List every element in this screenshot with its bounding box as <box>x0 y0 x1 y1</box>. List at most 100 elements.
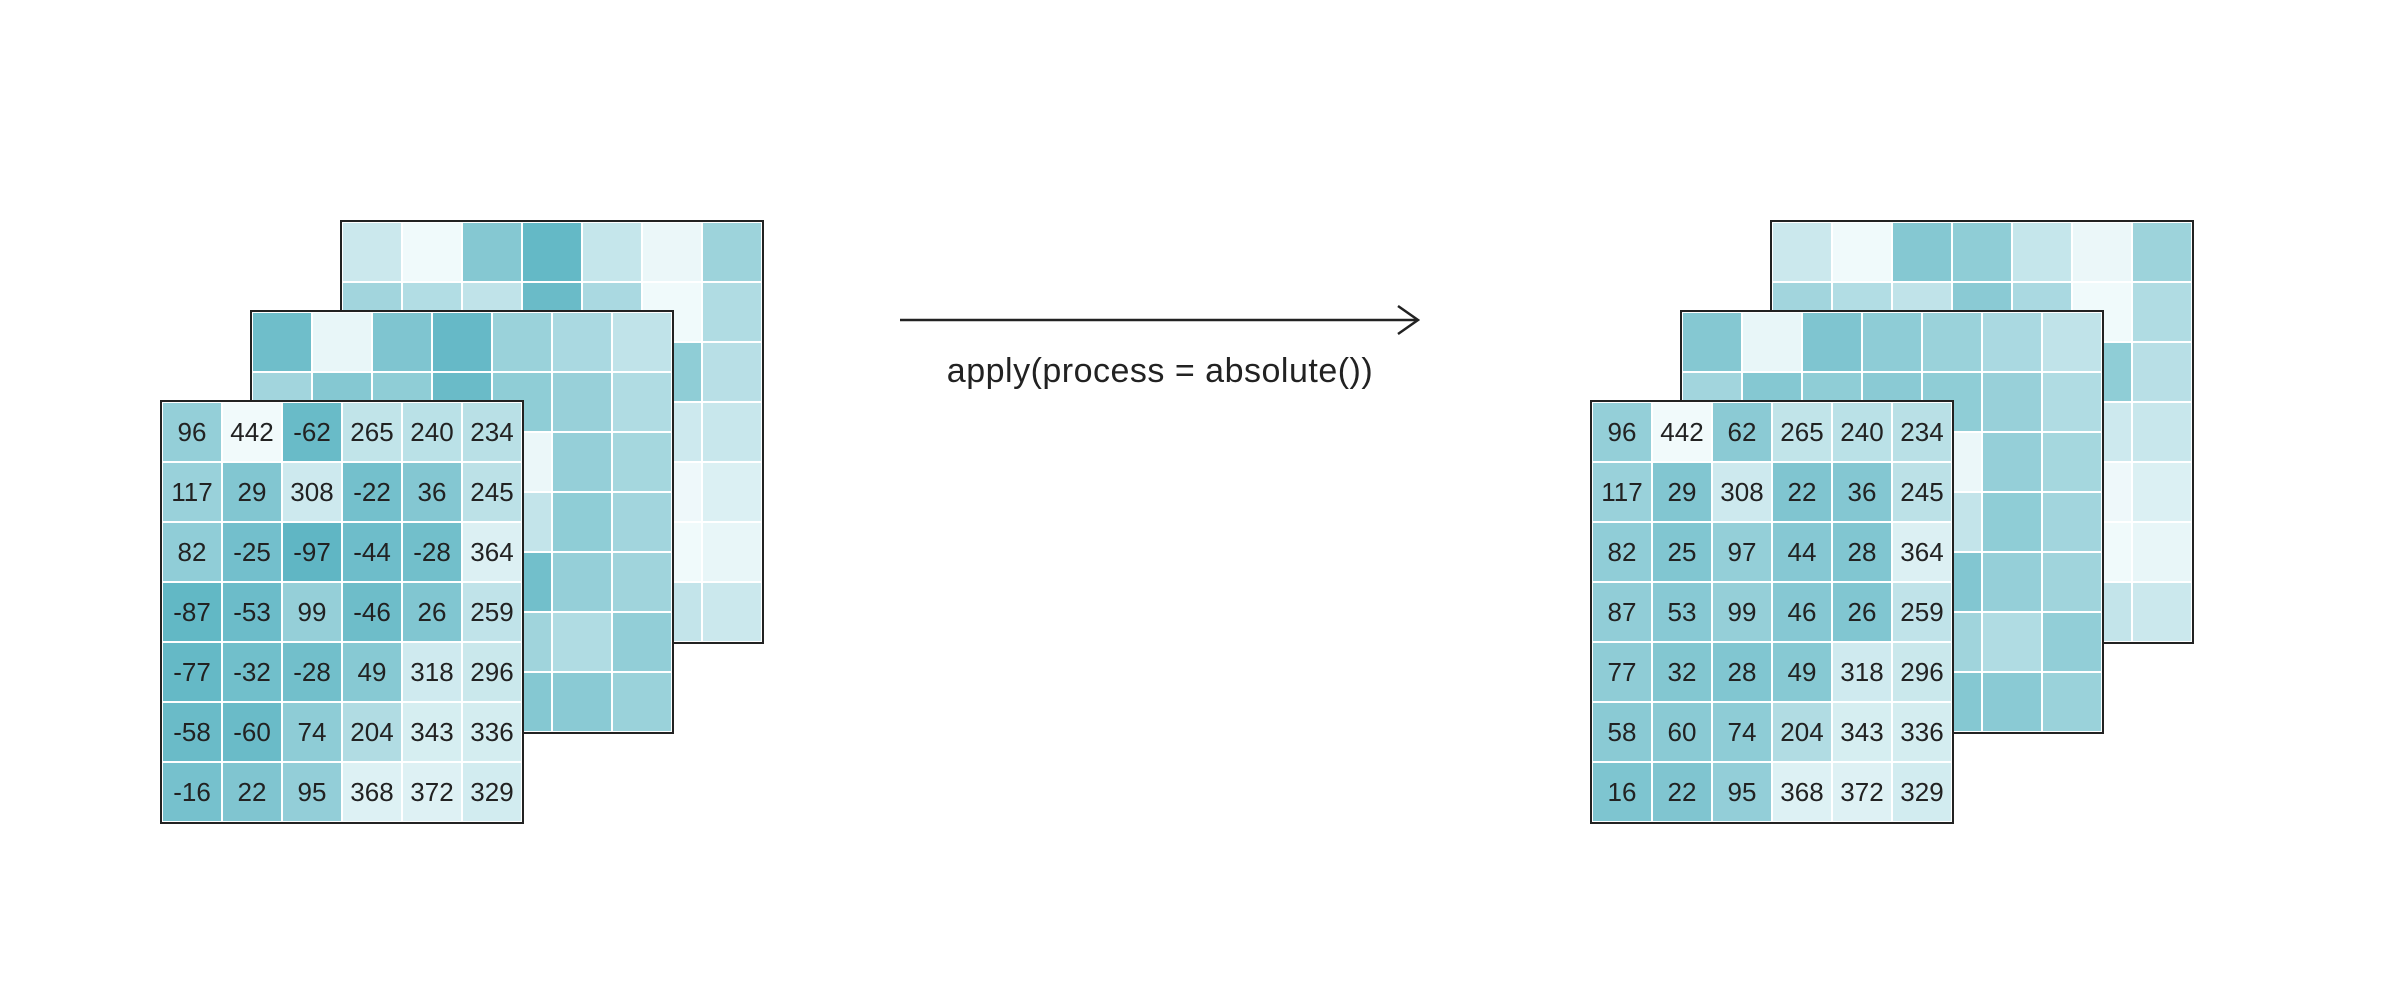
value-cell: 77 <box>1592 642 1652 702</box>
value-cell: 26 <box>1832 582 1892 642</box>
shade-cell <box>522 222 582 282</box>
value-cell: 36 <box>402 462 462 522</box>
shade-cell <box>552 372 612 432</box>
value-cell: 36 <box>1832 462 1892 522</box>
value-cell: 22 <box>222 762 282 822</box>
value-cell: 62 <box>1712 402 1772 462</box>
shade-cell <box>552 312 612 372</box>
transform-arrow: apply(process = absolute()) <box>900 300 1420 391</box>
value-cell: -60 <box>222 702 282 762</box>
shade-cell <box>2042 552 2102 612</box>
shade-cell <box>702 522 762 582</box>
shade-cell <box>1832 222 1892 282</box>
value-cell: 49 <box>342 642 402 702</box>
value-cell: 265 <box>1772 402 1832 462</box>
value-cell: 95 <box>1712 762 1772 822</box>
shade-cell <box>252 312 312 372</box>
shade-cell <box>1982 672 2042 732</box>
shade-cell <box>372 312 432 372</box>
transform-label: apply(process = absolute()) <box>947 352 1373 391</box>
value-cell: 329 <box>462 762 522 822</box>
value-cell: 117 <box>1592 462 1652 522</box>
shade-cell <box>552 612 612 672</box>
value-cell: 442 <box>1652 402 1712 462</box>
value-cell: 22 <box>1772 462 1832 522</box>
shade-cell <box>1952 222 2012 282</box>
value-cell: 259 <box>1892 582 1952 642</box>
value-cell: 16 <box>1592 762 1652 822</box>
value-cell: 53 <box>1652 582 1712 642</box>
value-cell: 97 <box>1712 522 1772 582</box>
arrow-icon <box>900 300 1420 340</box>
shade-cell <box>612 552 672 612</box>
shade-cell <box>2012 222 2072 282</box>
shade-cell <box>702 282 762 342</box>
value-cell: 96 <box>162 402 222 462</box>
value-cell: 87 <box>1592 582 1652 642</box>
shade-cell <box>552 672 612 732</box>
value-cell: 117 <box>162 462 222 522</box>
shade-cell <box>1772 222 1832 282</box>
shade-cell <box>2042 492 2102 552</box>
shade-cell <box>612 672 672 732</box>
value-cell: 95 <box>282 762 342 822</box>
value-cell: 245 <box>462 462 522 522</box>
value-cell: 22 <box>1652 762 1712 822</box>
shade-cell <box>702 402 762 462</box>
value-cell: 296 <box>1892 642 1952 702</box>
value-cell: 368 <box>1772 762 1832 822</box>
value-cell: 343 <box>402 702 462 762</box>
shade-cell <box>702 582 762 642</box>
value-cell: 32 <box>1652 642 1712 702</box>
value-cell: 204 <box>1772 702 1832 762</box>
shade-cell <box>492 312 552 372</box>
shade-cell <box>2132 342 2192 402</box>
value-cell: -44 <box>342 522 402 582</box>
shade-cell <box>1892 222 1952 282</box>
value-cell: -28 <box>282 642 342 702</box>
shade-cell <box>1742 312 1802 372</box>
value-cell: 308 <box>282 462 342 522</box>
value-cell: 368 <box>342 762 402 822</box>
shade-cell <box>312 312 372 372</box>
value-cell: 44 <box>1772 522 1832 582</box>
value-cell: 74 <box>1712 702 1772 762</box>
input-layer-front: 96442-6226524023411729308-223624582-25-9… <box>160 400 524 824</box>
shade-cell <box>2072 222 2132 282</box>
shade-cell <box>612 432 672 492</box>
value-cell: 343 <box>1832 702 1892 762</box>
value-cell: 442 <box>222 402 282 462</box>
shade-cell <box>1922 312 1982 372</box>
value-cell: 318 <box>1832 642 1892 702</box>
shade-cell <box>612 372 672 432</box>
value-cell: 60 <box>1652 702 1712 762</box>
shade-cell <box>702 222 762 282</box>
shade-cell <box>1982 552 2042 612</box>
value-cell: -32 <box>222 642 282 702</box>
shade-cell <box>612 312 672 372</box>
shade-cell <box>552 432 612 492</box>
value-cell: 82 <box>1592 522 1652 582</box>
value-cell: 364 <box>462 522 522 582</box>
value-cell: 336 <box>1892 702 1952 762</box>
shade-cell <box>2132 402 2192 462</box>
value-cell: 364 <box>1892 522 1952 582</box>
value-cell: 96 <box>1592 402 1652 462</box>
shade-cell <box>2042 312 2102 372</box>
value-cell: 49 <box>1772 642 1832 702</box>
shade-cell <box>1982 432 2042 492</box>
value-cell: 240 <box>1832 402 1892 462</box>
shade-cell <box>582 222 642 282</box>
shade-cell <box>402 222 462 282</box>
shade-cell <box>702 342 762 402</box>
value-cell: -22 <box>342 462 402 522</box>
shade-cell <box>1982 312 2042 372</box>
shade-cell <box>2042 372 2102 432</box>
shade-cell <box>2132 582 2192 642</box>
value-cell: 26 <box>402 582 462 642</box>
shade-cell <box>552 492 612 552</box>
value-cell: 259 <box>462 582 522 642</box>
input-cube: 96442-6226524023411729308-223624582-25-9… <box>160 220 680 780</box>
shade-cell <box>642 222 702 282</box>
value-cell: 28 <box>1712 642 1772 702</box>
